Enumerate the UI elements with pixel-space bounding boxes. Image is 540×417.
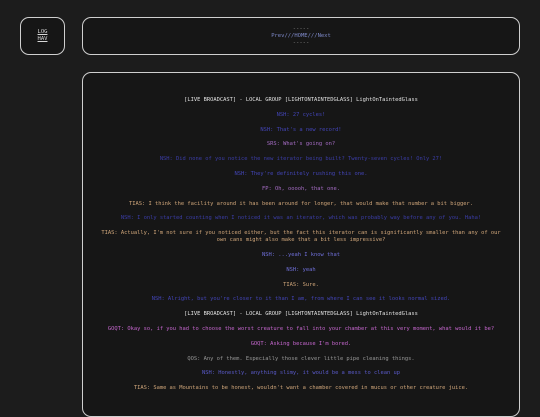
chat-line: SRS: What's going on? [266, 141, 336, 148]
home-link[interactable]: HOME [294, 33, 307, 39]
chat-line: NSH: Honestly, anything slimy, it would … [202, 370, 400, 377]
chat-line: GOQT: Asking because I'm bored. [250, 340, 352, 347]
chat-line: FP: Oh, ooooh, that one. [262, 185, 340, 192]
nav-divider-bottom: ----- [292, 40, 310, 46]
broadcast-header: [LIVE BROADCAST] - LOCAL GROUP [LIGHTONT… [184, 311, 418, 318]
chat-line: GOQT: Okay so, if you had to choose the … [107, 325, 495, 332]
chat-line: NSH: ...yeah I know that [262, 251, 340, 258]
log-panel: LOG HAV [20, 17, 65, 55]
chat-line: QOS: Any of them. Especially those cleve… [187, 355, 415, 362]
chat-line: TIAS: I think the facility around it has… [128, 200, 474, 207]
navigation-panel: ----- Prev///HOME///Next ----- [82, 17, 520, 55]
chat-log: [LIVE BROADCAST] - LOCAL GROUP [LIGHTONT… [83, 73, 519, 392]
chat-line: NSH: I only started counting when I noti… [120, 215, 482, 222]
nav-divider-top: ----- [292, 26, 310, 32]
chat-line: NSH: They're definitely rushing this one… [234, 170, 368, 177]
chat-line: NSH: That's a new record! [260, 126, 342, 133]
log-toggle-button[interactable]: LOG HAV [38, 29, 48, 43]
prev-link[interactable]: Prev [271, 33, 284, 39]
chat-log-panel[interactable]: [LIVE BROADCAST] - LOCAL GROUP [LIGHTONT… [82, 72, 520, 417]
chat-line: TIAS: Same as Mountains to be honest, wo… [133, 385, 469, 392]
nav-separator: /// [284, 33, 295, 39]
chat-line: NSH: 27 cycles! [276, 111, 326, 118]
next-link[interactable]: Next [318, 33, 331, 39]
chat-line: TIAS: Actually, I'm not sure if you noti… [101, 230, 501, 244]
nav-links: Prev///HOME///Next [83, 33, 519, 40]
chat-line: NSH: Did none of you notice the new iter… [159, 156, 443, 163]
broadcast-header: [LIVE BROADCAST] - LOCAL GROUP [LIGHTONT… [184, 97, 418, 103]
chat-line: NSH: Alright, but you're closer to it th… [151, 296, 451, 303]
nav-separator: /// [307, 33, 318, 39]
chat-line: TIAS: Sure. [283, 281, 319, 288]
chat-line: NSH: yeah [286, 266, 316, 273]
